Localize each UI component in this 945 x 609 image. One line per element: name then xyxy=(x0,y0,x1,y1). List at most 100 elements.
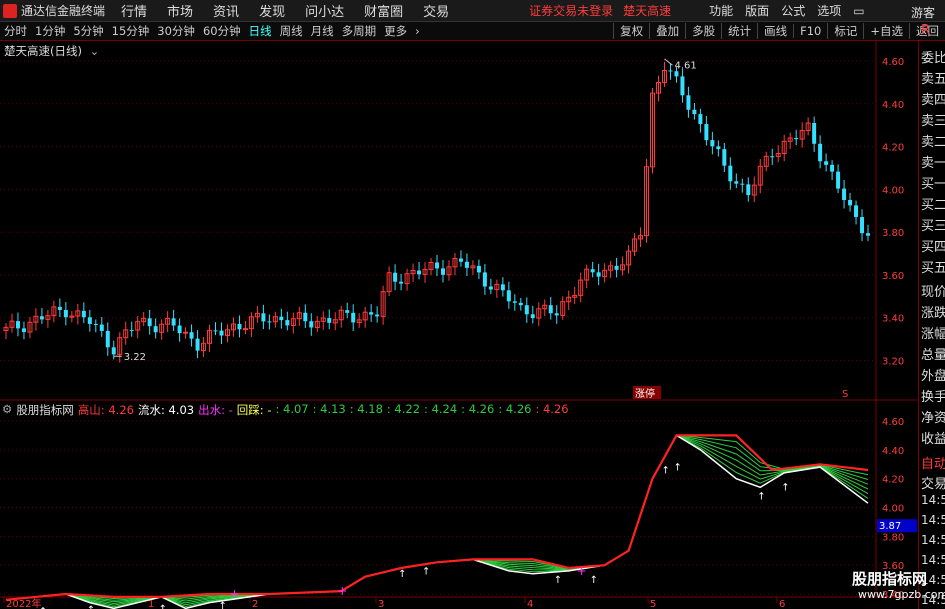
candle-body xyxy=(440,268,445,275)
sidebar-item-buy3[interactable]: 买三 xyxy=(921,215,945,234)
sidebar-item-buy5[interactable]: 买五 xyxy=(921,257,945,276)
sidebar-item-pct[interactable]: 涨幅 xyxy=(921,323,945,342)
huicai-v3: : 4.18 xyxy=(349,402,383,416)
main-y-tick: 4.20 xyxy=(882,143,904,154)
x-axis-label: 4 xyxy=(527,599,533,609)
candle-body xyxy=(183,331,189,334)
huicai-label: 回踩: - xyxy=(236,403,272,417)
sidebar-item-outer[interactable]: 外盘 xyxy=(921,365,945,384)
candle-body xyxy=(554,313,559,316)
buy-arrow-icon: ↑ xyxy=(398,569,406,580)
candle-body xyxy=(854,205,859,218)
gaoshan-label: 高山: 4.26 xyxy=(77,403,134,417)
candle-body xyxy=(710,140,715,147)
x-axis-label: 5 xyxy=(650,599,656,609)
liushui-label: 流水: 4.03 xyxy=(137,403,195,417)
candle-body xyxy=(147,318,152,327)
sidebar-item-weibi[interactable]: 委比 xyxy=(921,47,945,66)
candle-body xyxy=(698,114,703,125)
sidebar-item-buy2[interactable]: 买二 xyxy=(921,194,945,213)
candle-body xyxy=(279,316,284,321)
huicai-v6: : 4.26 xyxy=(461,402,495,416)
candle-body xyxy=(674,71,679,77)
settings-chevron-icon[interactable]: ⌄ xyxy=(90,44,100,58)
candle-body xyxy=(614,265,619,270)
sidebar-r-icon[interactable]: R xyxy=(921,23,930,38)
high-marker-line xyxy=(664,58,673,66)
main-y-tick: 3.40 xyxy=(882,314,904,325)
time-3: 14:56 xyxy=(921,553,945,567)
candle-body xyxy=(512,301,517,303)
limit-up-text: 涨停 xyxy=(635,387,655,400)
huicai-v7: : 4.26 xyxy=(498,402,532,416)
kline-chart[interactable]: ↑↑↑↑↑↑↑↑↑↑↑↑+++ 4.604.404.204.003.803.60… xyxy=(0,0,945,609)
indicator-title: ⚙ 股朋指标网 高山: 4.26 流水: 4.03 出水: - 回踩: - : … xyxy=(2,402,569,418)
sidebar-item-netasset[interactable]: 净资 xyxy=(921,407,945,426)
candle-body xyxy=(668,70,673,72)
candle-body xyxy=(63,309,68,318)
sidebar-trade[interactable]: 交易 xyxy=(921,473,945,492)
candle-body xyxy=(242,328,248,331)
candle-body xyxy=(836,171,841,189)
sidebar-item-sell4[interactable]: 卖四 xyxy=(921,89,945,108)
sidebar-item-buy1[interactable]: 买一 xyxy=(921,173,945,192)
buy-arrow-icon: ↑ xyxy=(781,483,789,494)
candle-body xyxy=(303,312,308,322)
sidebar-item-eps[interactable]: 收益 xyxy=(921,428,945,447)
candle-body xyxy=(369,312,374,315)
low-marker-text: 3.22 xyxy=(124,352,146,363)
candle-body xyxy=(189,332,194,339)
sidebar-item-price[interactable]: 现价 xyxy=(921,281,945,300)
indicator-y-tick: 4.60 xyxy=(882,417,904,428)
candle-body xyxy=(548,305,553,314)
candle-body xyxy=(500,284,505,291)
sidebar-item-buy4[interactable]: 买四 xyxy=(921,236,945,255)
candle-body xyxy=(399,281,404,284)
candle-body xyxy=(267,321,272,323)
candle-body xyxy=(93,323,98,325)
huicai-v8: : 4.26 xyxy=(535,402,569,416)
indicator-y-tick: 4.00 xyxy=(882,504,904,515)
huicai-ribbon xyxy=(5,434,869,601)
buy-arrow-icon: ↑ xyxy=(590,575,598,586)
sidebar-item-turnover[interactable]: 换手 xyxy=(921,386,945,405)
indicator-name[interactable]: 股朋指标网 xyxy=(16,402,74,418)
candle-body xyxy=(375,314,380,317)
candle-body xyxy=(458,258,463,262)
indicator-settings-icon[interactable]: ⚙ xyxy=(2,402,12,418)
candle-body xyxy=(81,310,86,318)
time-2: 14:56 xyxy=(921,533,945,547)
main-y-tick: 3.80 xyxy=(882,228,904,239)
candle-body xyxy=(99,324,104,331)
candle-body xyxy=(848,199,853,206)
candle-body xyxy=(285,320,290,326)
buy-arrow-icon: ↑ xyxy=(661,465,669,476)
candle-body xyxy=(680,76,685,96)
quote-sidebar: R 委比 卖五 卖四 卖三 卖二 卖一 买一 买二 买三 买四 买五 现价 涨跌… xyxy=(918,23,945,609)
candle-body xyxy=(488,286,493,290)
sidebar-item-sell5[interactable]: 卖五 xyxy=(921,68,945,87)
huicai-v1: : 4.07 xyxy=(275,402,309,416)
candle-body xyxy=(39,316,44,320)
sidebar-item-sell3[interactable]: 卖三 xyxy=(921,110,945,129)
candle-body xyxy=(686,95,691,110)
candle-body xyxy=(261,313,266,322)
buy-arrow-icon: ↑ xyxy=(87,605,95,609)
candle-body xyxy=(812,123,817,144)
huicai-v4: : 4.22 xyxy=(386,402,421,416)
sidebar-item-change[interactable]: 涨跌 xyxy=(921,302,945,321)
indicator-y-tick: 4.20 xyxy=(882,475,904,486)
sidebar-auto[interactable]: 自动 xyxy=(921,453,945,472)
buy-arrow-icon: ↑ xyxy=(673,462,681,473)
chushui-marker-icon: + xyxy=(229,587,239,601)
candle-body xyxy=(842,188,847,200)
sidebar-item-volume[interactable]: 总量 xyxy=(921,344,945,363)
candle-body xyxy=(506,290,511,302)
buy-arrow-icon: ↑ xyxy=(219,601,227,609)
x-axis-label: 3 xyxy=(378,599,384,609)
sidebar-item-sell1[interactable]: 卖一 xyxy=(921,152,945,171)
huicai-ribbon xyxy=(5,434,869,601)
watermark-url: www.7gpzb.com xyxy=(858,588,945,601)
sidebar-item-sell2[interactable]: 卖二 xyxy=(921,131,945,150)
candle-body xyxy=(740,183,745,185)
